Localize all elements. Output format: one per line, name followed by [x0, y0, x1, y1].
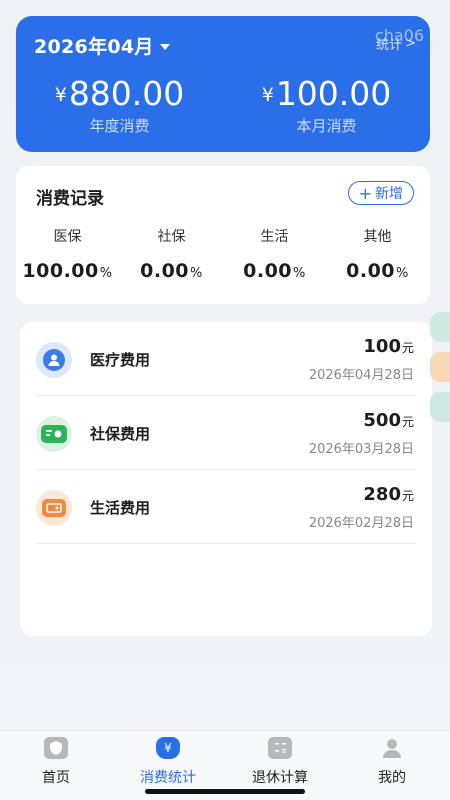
expense-unit: 元 — [401, 341, 414, 355]
expense-unit: 元 — [401, 489, 414, 503]
category-label: 社保 — [157, 229, 186, 245]
nav-spending-stats[interactable]: ¥ 消费统计 — [112, 737, 224, 787]
percent-unit: % — [99, 266, 113, 281]
nav-label: 消费统计 — [140, 770, 196, 786]
expense-name: 社保费用 — [90, 425, 151, 443]
expense-date: 2026年03月28日 — [308, 442, 414, 457]
chevron-right-icon: > — [405, 36, 416, 51]
expense-amount: 280元 — [363, 484, 414, 505]
category-label: 其他 — [363, 229, 392, 245]
annual-amount: ¥880.00 — [16, 74, 223, 115]
nav-label: 退休计算 — [252, 770, 308, 786]
expense-amount-value: 280 — [363, 484, 401, 505]
calculator-icon — [268, 737, 292, 759]
caret-down-icon — [159, 43, 170, 50]
currency-symbol: ¥ — [54, 84, 67, 106]
expense-amount: 100元 — [363, 336, 414, 357]
list-item[interactable]: 医疗费用 100元 2026年04月28日 — [36, 322, 416, 396]
app-screen: 2026年04月 cha06 统计 > ¥880.00 年度消费 ¥100.00… — [0, 0, 450, 800]
annual-amount-label: 年度消费 — [89, 117, 150, 135]
currency-symbol: ¥ — [261, 84, 274, 106]
summary-card: 2026年04月 cha06 统计 > ¥880.00 年度消费 ¥100.00… — [16, 16, 430, 152]
expense-date: 2026年02月28日 — [308, 516, 414, 531]
monthly-amount: ¥100.00 — [223, 74, 430, 115]
medical-person-icon — [36, 342, 72, 378]
category-other: 其他 0.00% — [326, 226, 429, 282]
category-living: 生活 0.00% — [223, 226, 326, 282]
nav-home[interactable]: 首页 — [0, 737, 112, 787]
money-bag-icon: ¥ — [156, 737, 180, 759]
month-selector[interactable]: 2026年04月 — [34, 32, 170, 59]
expense-amount-value: 100 — [363, 336, 401, 357]
user-icon — [380, 737, 404, 759]
expense-amount-value: 500 — [363, 410, 401, 431]
category-value: 0.00% — [326, 260, 429, 282]
nav-label: 首页 — [42, 770, 70, 786]
category-percent: 0.00 — [243, 260, 293, 282]
statistics-link-label: 统计 — [376, 38, 403, 53]
expense-name: 生活费用 — [90, 499, 151, 517]
records-title: 消费记录 — [36, 189, 104, 209]
expense-date: 2026年04月28日 — [308, 368, 414, 383]
category-medical: 医保 100.00% — [16, 226, 119, 282]
annual-spending: ¥880.00 年度消费 — [16, 74, 223, 136]
percent-unit: % — [293, 266, 306, 281]
expense-list: 医疗费用 100元 2026年04月28日 社保费用 500元 2026年03月… — [20, 322, 432, 636]
category-value: 0.00% — [120, 260, 223, 282]
list-item[interactable]: 社保费用 500元 2026年03月28日 — [36, 396, 416, 470]
social-insurance-card-icon — [36, 416, 72, 452]
annual-amount-value: 880.00 — [68, 74, 185, 113]
side-tab-icon[interactable] — [430, 392, 450, 422]
category-value: 100.00% — [16, 260, 119, 282]
add-record-label: 新增 — [375, 186, 403, 202]
records-card: 消费记录 + 新增 医保 100.00% 社保 0.00% 生活 0.00% 其… — [16, 166, 430, 304]
category-social: 社保 0.00% — [120, 226, 223, 282]
shield-home-icon — [44, 737, 68, 759]
home-indicator — [145, 789, 305, 794]
plus-icon: + — [358, 183, 372, 203]
percent-unit: % — [396, 266, 409, 281]
category-label: 生活 — [260, 229, 289, 245]
side-tab-icon[interactable] — [430, 352, 450, 382]
category-percent: 0.00 — [140, 260, 190, 282]
list-item[interactable]: 生活费用 280元 2026年02月28日 — [36, 470, 416, 544]
category-label: 医保 — [53, 229, 82, 245]
monthly-spending: ¥100.00 本月消费 — [223, 74, 430, 136]
statistics-link[interactable]: 统计 > — [376, 34, 416, 53]
monthly-amount-value: 100.00 — [275, 74, 392, 113]
category-percent: 0.00 — [346, 260, 396, 282]
nav-label: 我的 — [378, 770, 406, 786]
expense-unit: 元 — [401, 415, 414, 429]
add-record-button[interactable]: + 新增 — [347, 181, 414, 205]
expense-amount: 500元 — [363, 410, 414, 431]
category-value: 0.00% — [223, 260, 326, 282]
monthly-amount-label: 本月消费 — [296, 117, 357, 135]
living-wallet-icon — [36, 490, 72, 526]
nav-profile[interactable]: 我的 — [336, 737, 448, 787]
side-tab-icon[interactable] — [430, 312, 450, 342]
month-selector-label: 2026年04月 — [34, 36, 154, 58]
expense-name: 医疗费用 — [90, 351, 151, 369]
nav-retirement-calc[interactable]: 退休计算 — [224, 737, 336, 787]
percent-unit: % — [190, 266, 203, 281]
category-percent: 100.00 — [22, 260, 99, 282]
